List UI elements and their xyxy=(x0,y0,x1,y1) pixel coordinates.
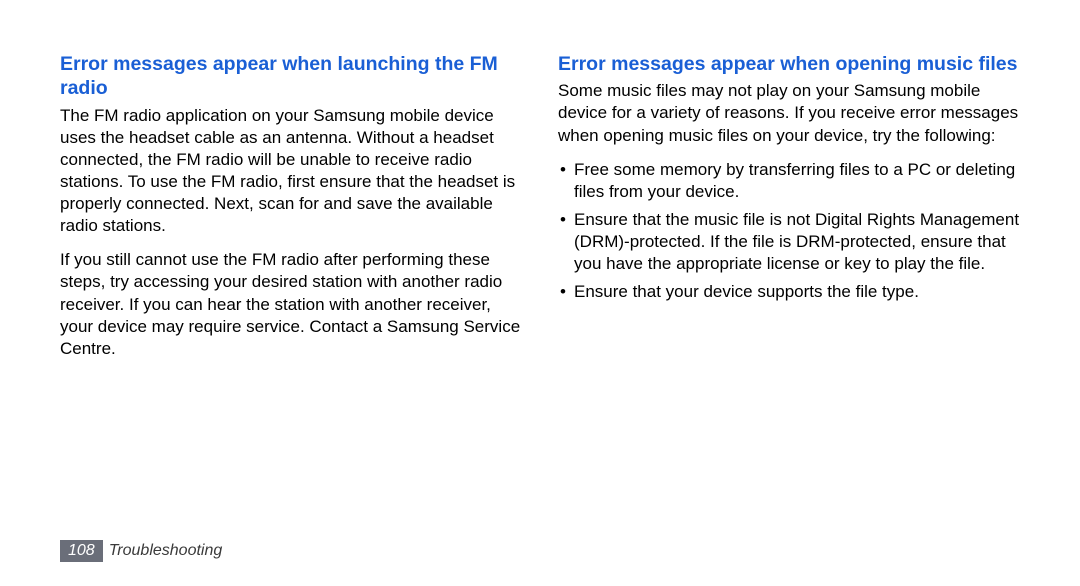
paragraph-fm-1: The FM radio application on your Samsung… xyxy=(60,105,522,238)
page-content: Error messages appear when launching the… xyxy=(60,52,1020,372)
paragraph-fm-2: If you still cannot use the FM radio aft… xyxy=(60,249,522,359)
right-column: Error messages appear when opening music… xyxy=(558,52,1020,372)
list-item: Ensure that the music file is not Digita… xyxy=(558,209,1020,275)
heading-music-files: Error messages appear when opening music… xyxy=(558,52,1020,76)
section-title: Troubleshooting xyxy=(109,542,223,560)
page-number: 108 xyxy=(60,540,103,562)
paragraph-music-1: Some music files may not play on your Sa… xyxy=(558,80,1020,146)
page-footer: 108 Troubleshooting xyxy=(60,540,222,562)
heading-fm-radio: Error messages appear when launching the… xyxy=(60,52,522,101)
list-item: Ensure that your device supports the fil… xyxy=(558,281,1020,303)
left-column: Error messages appear when launching the… xyxy=(60,52,522,372)
bullet-list-music: Free some memory by transferring files t… xyxy=(558,159,1020,304)
list-item: Free some memory by transferring files t… xyxy=(558,159,1020,203)
